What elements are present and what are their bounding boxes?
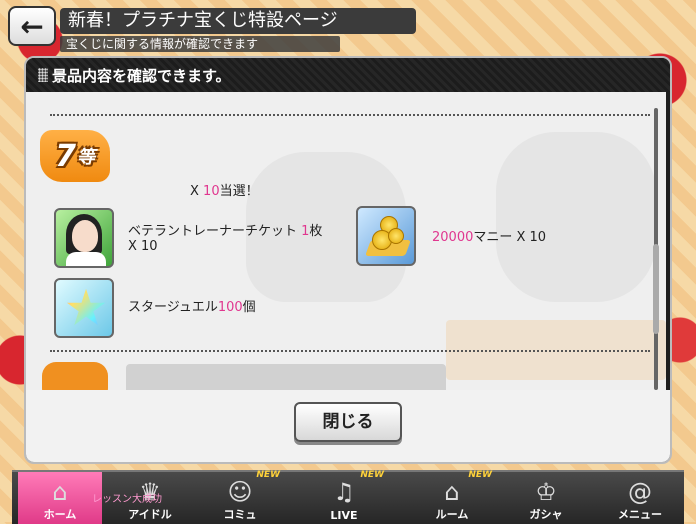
win-count-text: X 10当選！ — [190, 180, 259, 199]
scrollbar-thumb[interactable] — [653, 244, 659, 334]
page-header: ← 新春！プラチナ宝くじ特設ページ 宝くじに関する情報が確認できます — [8, 6, 428, 52]
prize-multiplier: X 10 — [128, 239, 158, 254]
next-rank-badge — [42, 362, 108, 390]
nav-label: ルーム — [435, 508, 469, 521]
rank-number: 7 — [55, 138, 76, 174]
money-icon — [356, 206, 416, 266]
nav-label: コミュ — [223, 508, 257, 521]
nav-label: ホーム — [43, 508, 77, 521]
new-badge: NEW — [468, 470, 492, 480]
star-jewel-icon: ★ — [54, 278, 114, 338]
arrow-left-icon: ← — [20, 9, 44, 43]
nav-item-menu[interactable]: @ メニュー — [598, 472, 682, 524]
modal-title: 景品内容を確認できます。 — [52, 67, 231, 85]
back-button[interactable]: ← — [8, 6, 56, 46]
close-button[interactable]: 閉じる — [294, 402, 402, 442]
prize-modal: 景品内容を確認できます。 7等 X 10当選！ ベテラントレーナーチケット 1枚… — [24, 56, 672, 464]
next-rank-banner — [126, 364, 446, 390]
dots-icon — [38, 68, 48, 82]
nav-label: LIVE — [330, 509, 358, 522]
win-prefix: X — [190, 184, 204, 199]
commu-icon: ☺ — [227, 478, 253, 506]
prize-list[interactable]: 7等 X 10当選！ ベテラントレーナーチケット 1枚 X 10 20000マニ… — [26, 92, 666, 390]
prize-name: マニー X 10 — [473, 230, 547, 245]
nav-notice-text: レッスン大成功 — [92, 494, 162, 505]
prize-amount: 100 — [217, 300, 243, 315]
page-subtitle: 宝くじに関する情報が確認できます — [60, 36, 340, 52]
prize-unit: 個 — [242, 300, 256, 315]
nav-item-commu[interactable]: NEW ☺ コミュ — [198, 470, 282, 524]
prize-name: ベテラントレーナーチケット — [128, 224, 302, 239]
modal-footer: 閉じる — [26, 390, 670, 462]
prize-item-money: 20000マニー X 10 — [432, 230, 546, 245]
prize-item-star-jewel: スタージュエル100個 — [128, 300, 256, 315]
win-suffix: 当選！ — [219, 184, 259, 199]
prize-unit: 枚 — [309, 224, 323, 239]
nav-label: メニュー — [618, 508, 662, 521]
nav-label: ガシャ — [529, 508, 563, 521]
prize-item-trainer-ticket: ベテラントレーナーチケット 1枚 X 10 — [128, 224, 350, 254]
new-badge: NEW — [256, 470, 280, 480]
rank-badge: 7等 — [40, 130, 110, 182]
new-badge: NEW — [360, 470, 384, 480]
nav-item-room[interactable]: NEW ⌂ ルーム — [410, 470, 494, 524]
modal-header: 景品内容を確認できます。 — [26, 58, 670, 92]
nav-label: アイドル — [128, 508, 172, 521]
background-mascot — [496, 132, 656, 302]
room-icon: ⌂ — [444, 478, 460, 506]
divider — [50, 350, 650, 352]
nav-item-home[interactable]: ⌂ ホーム — [18, 472, 102, 524]
trainer-ticket-icon — [54, 208, 114, 268]
scrollbar[interactable] — [653, 108, 659, 390]
prize-amount: 20000 — [432, 230, 474, 245]
menu-icon: @ — [628, 478, 652, 506]
gacha-icon: ♔ — [535, 478, 557, 506]
nav-item-live[interactable]: NEW ♫ LIVE — [302, 470, 386, 524]
divider — [50, 114, 650, 116]
win-count: 10 — [203, 184, 220, 199]
live-icon: ♫ — [333, 478, 355, 506]
prize-name: スタージュエル — [128, 300, 218, 315]
page-title: 新春！プラチナ宝くじ特設ページ — [60, 8, 416, 34]
home-icon: ⌂ — [52, 478, 68, 506]
nav-item-gacha[interactable]: ♔ ガシャ — [504, 472, 588, 524]
rank-suffix: 等 — [76, 147, 95, 168]
